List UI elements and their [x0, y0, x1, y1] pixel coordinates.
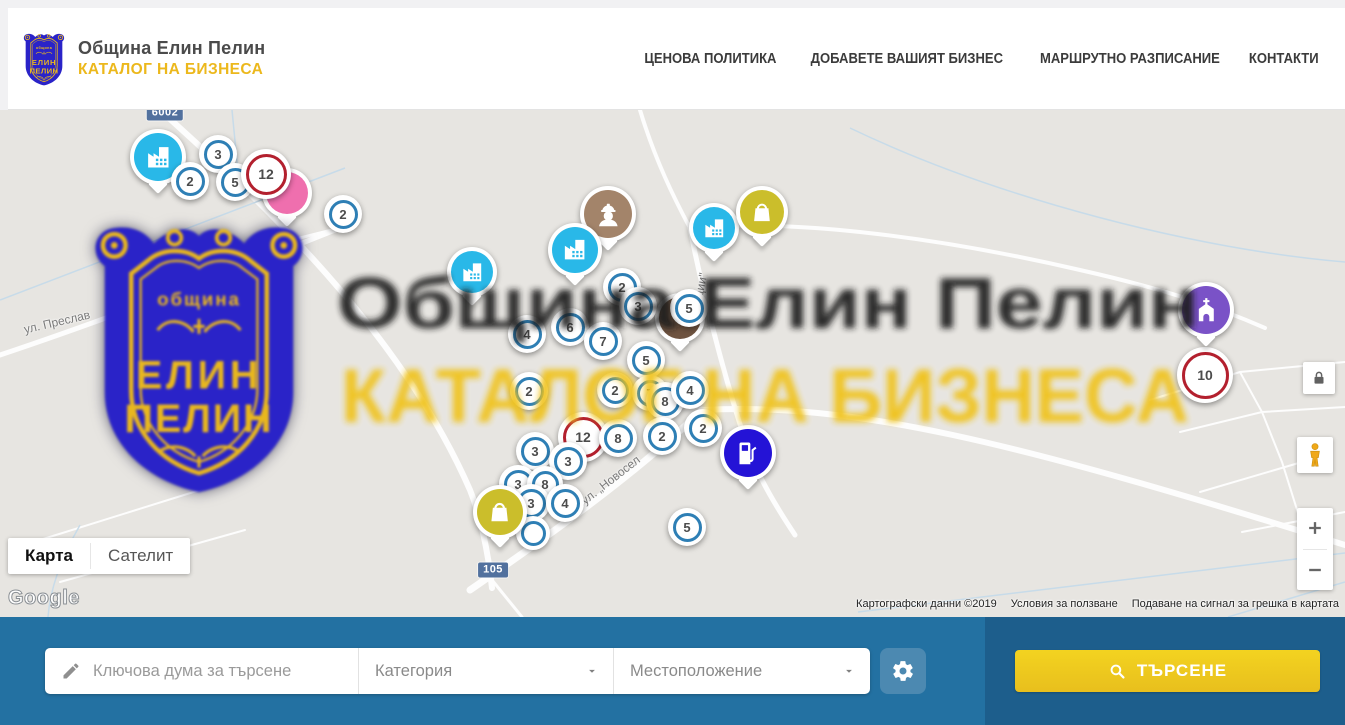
minus-icon	[1305, 560, 1325, 580]
shopping-bag-icon	[484, 496, 515, 527]
svg-text:ПЕЛИН: ПЕЛИН	[30, 66, 59, 75]
advanced-settings-button[interactable]	[880, 648, 926, 694]
zoom-in-button[interactable]	[1297, 508, 1333, 549]
search-bar: Категория Местоположение ТЪРСЕНЕ	[0, 617, 1345, 725]
chevron-down-icon	[585, 664, 599, 678]
terms-of-use-link[interactable]: Условия за ползване	[1011, 598, 1118, 610]
gear-icon	[891, 659, 915, 683]
category-select[interactable]: Категория	[358, 648, 613, 694]
street-view-pegman-button[interactable]	[1297, 437, 1333, 473]
map-pins-front-layer	[0, 110, 1345, 617]
zoom-out-button[interactable]	[1297, 550, 1333, 591]
factory-icon	[559, 234, 590, 265]
nav-route-schedule[interactable]: МАРШРУТНО РАЗПИСАНИЕ	[1040, 51, 1220, 67]
construction-worker-icon	[592, 198, 625, 231]
map-pin-marker[interactable]	[548, 223, 602, 277]
lock-control-button[interactable]	[1303, 362, 1335, 394]
location-select[interactable]: Местоположение	[613, 648, 870, 694]
municipality-emblem-icon: община ЕЛИН ПЕЛИН	[22, 31, 66, 87]
site-logo[interactable]: община ЕЛИН ПЕЛИН Община Елин Пелин КАТА…	[22, 31, 265, 87]
map-pin-marker[interactable]	[473, 485, 527, 539]
nav-pricing-policy[interactable]: ЦЕНОВА ПОЛИТИКА	[644, 51, 776, 67]
svg-text:ЕЛИН: ЕЛИН	[32, 58, 57, 67]
keyword-field[interactable]	[45, 648, 358, 694]
chevron-down-icon	[842, 664, 856, 678]
pencil-icon	[61, 661, 81, 681]
fuel-pump-icon	[732, 437, 765, 470]
main-nav: ЦЕНОВА ПОЛИТИКА ДОБАВЕТЕ ВАШИЯТ БИЗНЕС М…	[637, 51, 1323, 67]
report-map-error-link[interactable]: Подаване на сигнал за грешка в картата	[1132, 598, 1339, 610]
keyword-search-input[interactable]	[93, 662, 342, 681]
shopping-bag-icon	[747, 197, 777, 227]
factory-icon	[700, 214, 729, 243]
google-logo[interactable]: Google	[8, 587, 80, 610]
header: община ЕЛИН ПЕЛИН Община Елин Пелин КАТА…	[8, 8, 1345, 110]
category-select-label: Категория	[375, 662, 452, 681]
search-panel: Категория Местоположение	[45, 648, 870, 694]
site-subtitle: КАТАЛОГ НА БИЗНЕСА	[78, 61, 265, 79]
page: община ЕЛИН ПЕЛИН Община Елин Пелин КАТА…	[0, 0, 1345, 725]
plus-icon	[1305, 518, 1325, 538]
map-pin-marker[interactable]	[720, 425, 776, 481]
map-pin-marker[interactable]	[689, 203, 739, 253]
location-select-label: Местоположение	[630, 662, 762, 681]
church-icon	[1190, 294, 1223, 327]
map-copyright: Картографски данни ©2019	[856, 598, 997, 610]
nav-add-business[interactable]: ДОБАВЕТЕ ВАШИЯТ БИЗНЕС	[811, 51, 1003, 67]
map-attribution: Картографски данни ©2019 Условия за полз…	[856, 598, 1339, 610]
pegman-icon	[1303, 442, 1327, 468]
map-pin-marker[interactable]	[736, 186, 788, 238]
search-button-label: ТЪРСЕНЕ	[1137, 661, 1227, 681]
site-title: Община Елин Пелин	[78, 38, 265, 59]
zoom-control	[1297, 508, 1333, 590]
logo-text: Община Елин Пелин КАТАЛОГ НА БИЗНЕСА	[78, 38, 265, 79]
map-type-satellite-button[interactable]: Сателит	[91, 538, 190, 574]
map-canvas[interactable]: 6002105ул. Преславбул. „Новоселции" 3251…	[0, 110, 1345, 617]
svg-text:община: община	[36, 46, 53, 50]
map-type-map-button[interactable]: Карта	[8, 538, 90, 574]
magnifier-icon	[1108, 662, 1127, 681]
nav-contacts[interactable]: КОНТАКТИ	[1249, 51, 1319, 67]
map-pin-marker[interactable]	[1178, 282, 1234, 338]
search-button[interactable]: ТЪРСЕНЕ	[1015, 650, 1320, 692]
map-type-control: Карта Сателит	[8, 538, 190, 574]
lock-icon	[1310, 369, 1328, 387]
